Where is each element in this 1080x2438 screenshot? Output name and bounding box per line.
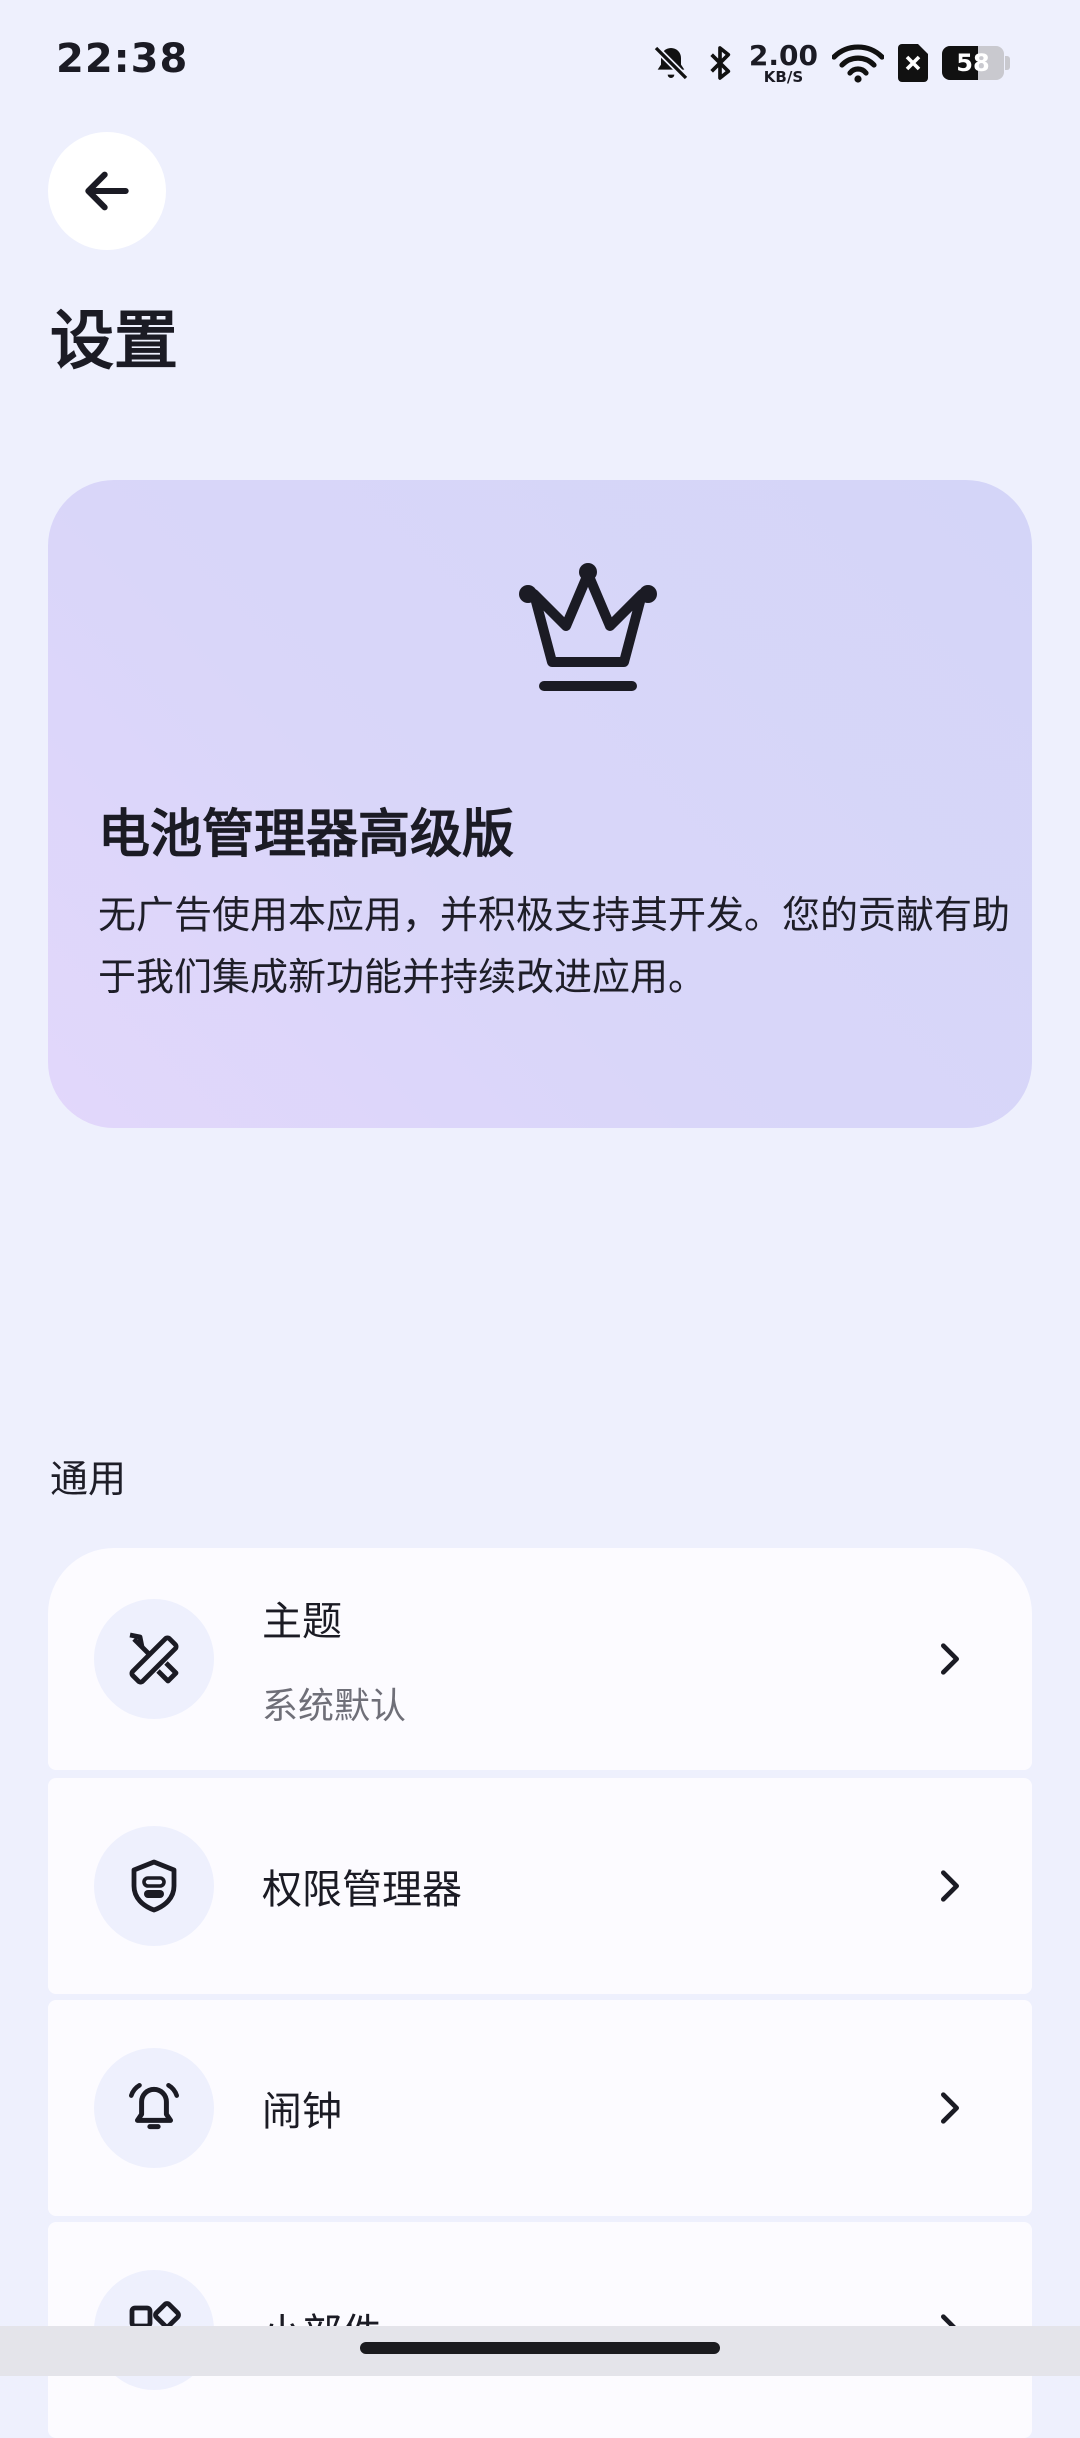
home-indicator[interactable]: [360, 2342, 720, 2354]
premium-card[interactable]: 电池管理器高级版 无广告使用本应用，并积极支持其开发。您的贡献有助于我们集成新功…: [48, 480, 1032, 1128]
bluetooth-icon: [710, 46, 731, 80]
item-label: 主题: [262, 1599, 342, 1645]
alarm-text: 闹钟: [262, 2079, 342, 2137]
settings-item-alarm[interactable]: 闹钟: [48, 2000, 1032, 2216]
settings-item-permissions[interactable]: 权限管理器: [48, 1778, 1032, 1994]
item-label: 权限管理器: [262, 1867, 462, 1913]
premium-description: 无广告使用本应用，并积极支持其开发。您的贡献有助于我们集成新功能并持续改进应用。: [98, 893, 1011, 999]
alarm-bell-icon: [94, 2048, 214, 2168]
chevron-right-icon: [941, 1643, 959, 1675]
arrow-left-icon: [85, 171, 129, 211]
status-bar: 22:38 2.00 KB/S 58: [0, 0, 1080, 120]
design-tools-icon: [94, 1599, 214, 1719]
battery-level: 58: [956, 49, 990, 77]
page-title: 设置: [50, 305, 178, 379]
chevron-right-icon: [941, 1870, 959, 1902]
network-speed: 2.00 KB/S: [748, 38, 818, 86]
back-button[interactable]: [48, 132, 166, 250]
network-speed-value: 2.00: [748, 38, 818, 72]
battery-icon: 58: [942, 46, 1010, 80]
item-subtitle: 系统默认: [262, 1686, 407, 1727]
shield-icon: [94, 1826, 214, 1946]
sim-blocked-icon: [898, 44, 928, 82]
status-time: 22:38: [56, 36, 189, 82]
bell-off-icon: [653, 45, 689, 81]
gesture-nav-bar: [0, 2326, 1080, 2376]
section-label-general: 通用: [50, 1457, 127, 1501]
permissions-text: 权限管理器: [262, 1857, 462, 1915]
chevron-right-icon: [941, 2092, 959, 2124]
crown-icon: [519, 563, 657, 691]
network-speed-unit: KB/S: [763, 67, 804, 86]
item-label: 闹钟: [262, 2089, 342, 2135]
settings-item-theme[interactable]: 主题 系统默认: [48, 1548, 1032, 1770]
premium-title: 电池管理器高级版: [98, 805, 515, 865]
wifi-icon: [832, 44, 884, 83]
theme-text: 主题 系统默认: [262, 1589, 406, 1729]
status-icons: 2.00 KB/S 58: [651, 38, 1010, 88]
